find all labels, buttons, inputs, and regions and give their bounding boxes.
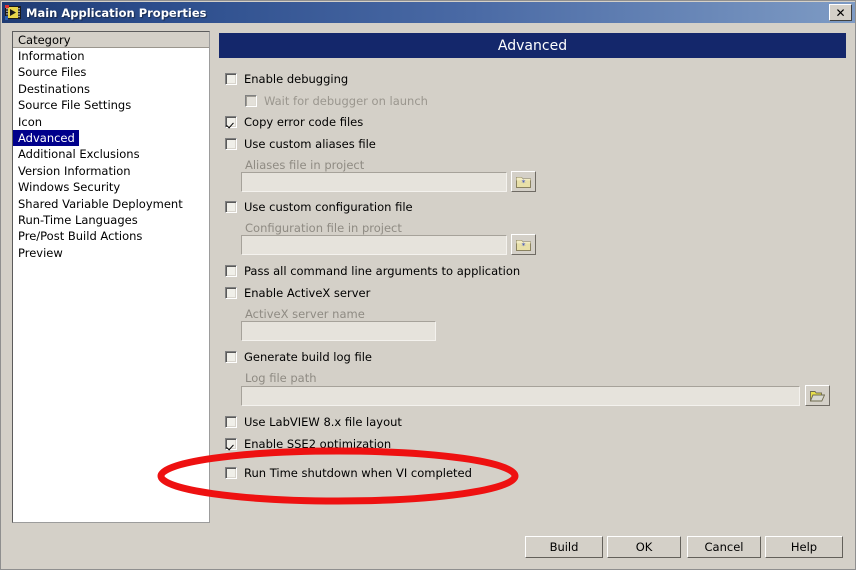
wait-for-debugger-row: Wait for debugger on launch <box>245 94 428 108</box>
window-title: Main Application Properties <box>26 5 207 20</box>
sidebar-item-run-time-languages[interactable]: Run-Time Languages <box>13 213 138 227</box>
configuration-file-label: Configuration file in project <box>245 221 402 235</box>
sidebar-item-version-information[interactable]: Version Information <box>13 164 131 178</box>
enable-activex-server-checkbox[interactable] <box>225 287 237 299</box>
sidebar-item-pre-post-build-actions[interactable]: Pre/Post Build Actions <box>13 229 142 243</box>
category-header: Category <box>13 32 209 48</box>
activex-server-name-input[interactable] <box>241 321 436 341</box>
use-labview-8x-file-layout-checkbox[interactable] <box>225 416 237 428</box>
enable-activex-server-row[interactable]: Enable ActiveX server <box>225 286 370 300</box>
sidebar-item-preview[interactable]: Preview <box>13 246 63 260</box>
sidebar-item-advanced[interactable]: Advanced <box>13 129 79 147</box>
open-folder-icon <box>810 390 825 401</box>
pass-command-line-arguments-row[interactable]: Pass all command line arguments to appli… <box>225 264 520 278</box>
enable-sse2-optimization-label: Enable SSE2 optimization <box>244 437 392 451</box>
sidebar-item-destinations[interactable]: Destinations <box>13 82 90 96</box>
sidebar-item-source-files[interactable]: Source Files <box>13 65 86 79</box>
enable-debugging-row[interactable]: Enable debugging <box>225 72 348 86</box>
run-time-shutdown-checkbox[interactable] <box>225 467 237 479</box>
sidebar-item-information[interactable]: Information <box>13 49 85 63</box>
use-custom-configuration-label: Use custom configuration file <box>244 200 413 214</box>
close-icon: ✕ <box>835 5 846 20</box>
ok-button-label: OK <box>635 540 653 554</box>
enable-debugging-checkbox[interactable] <box>225 73 237 85</box>
svg-text:*: * <box>522 242 526 251</box>
sidebar-item-windows-security[interactable]: Windows Security <box>13 180 120 194</box>
advanced-settings-panel: Enable debugging Wait for debugger on la… <box>219 58 846 518</box>
copy-error-code-files-checkbox[interactable] <box>225 116 237 128</box>
aliases-browse-button[interactable]: * <box>511 171 536 192</box>
use-custom-aliases-row[interactable]: Use custom aliases file <box>225 137 376 151</box>
browse-folder-icon: * <box>516 177 531 188</box>
configuration-browse-button[interactable]: * <box>511 234 536 255</box>
cancel-button[interactable]: Cancel <box>687 536 761 558</box>
generate-build-log-label: Generate build log file <box>244 350 372 364</box>
sidebar-item-source-file-settings[interactable]: Source File Settings <box>13 98 131 112</box>
generate-build-log-row[interactable]: Generate build log file <box>225 350 372 364</box>
enable-activex-server-label: Enable ActiveX server <box>244 286 371 300</box>
cancel-button-label: Cancel <box>704 540 744 554</box>
properties-dialog-window: Main Application Properties ✕ Category I… <box>0 0 856 570</box>
use-labview-8x-file-layout-row[interactable]: Use LabVIEW 8.x file layout <box>225 415 402 429</box>
page-title: Advanced <box>497 37 568 54</box>
log-file-browse-button[interactable] <box>805 385 830 406</box>
use-custom-configuration-checkbox[interactable] <box>225 201 237 213</box>
build-button-label: Build <box>549 540 579 554</box>
category-listbox[interactable]: Category Information Source Files Destin… <box>12 31 210 523</box>
run-time-shutdown-label: Run Time shutdown when VI completed <box>244 466 472 480</box>
labview-vi-icon <box>5 5 21 20</box>
help-button-label: Help <box>790 540 818 554</box>
activex-server-name-label: ActiveX server name <box>245 307 365 321</box>
panel-title-bar: Advanced <box>219 33 846 58</box>
sidebar-item-shared-variable-deployment[interactable]: Shared Variable Deployment <box>13 197 183 211</box>
log-file-path-input[interactable] <box>241 386 800 406</box>
pass-command-line-arguments-label: Pass all command line arguments to appli… <box>244 264 521 278</box>
browse-folder-icon: * <box>516 240 531 251</box>
use-labview-8x-file-layout-label: Use LabVIEW 8.x file layout <box>244 415 402 429</box>
log-file-path-label: Log file path <box>245 371 317 385</box>
title-bar: Main Application Properties ✕ <box>2 2 855 23</box>
aliases-file-label: Aliases file in project <box>245 158 365 172</box>
sidebar-item-additional-exclusions[interactable]: Additional Exclusions <box>13 147 140 161</box>
copy-error-code-files-label: Copy error code files <box>244 115 364 129</box>
use-custom-configuration-row[interactable]: Use custom configuration file <box>225 200 413 214</box>
use-custom-aliases-checkbox[interactable] <box>225 138 237 150</box>
enable-sse2-optimization-row[interactable]: Enable SSE2 optimization <box>225 437 391 451</box>
pass-command-line-arguments-checkbox[interactable] <box>225 265 237 277</box>
sidebar-item-icon[interactable]: Icon <box>13 115 42 129</box>
use-custom-aliases-label: Use custom aliases file <box>244 137 376 151</box>
wait-for-debugger-label: Wait for debugger on launch <box>264 94 428 108</box>
enable-sse2-optimization-checkbox[interactable] <box>225 438 237 450</box>
wait-for-debugger-checkbox <box>245 95 257 107</box>
enable-debugging-label: Enable debugging <box>244 72 349 86</box>
aliases-file-input[interactable] <box>241 172 507 192</box>
ok-button[interactable]: OK <box>607 536 681 558</box>
generate-build-log-checkbox[interactable] <box>225 351 237 363</box>
configuration-file-input[interactable] <box>241 235 507 255</box>
help-button[interactable]: Help <box>765 536 843 558</box>
close-button[interactable]: ✕ <box>829 4 852 21</box>
run-time-shutdown-row[interactable]: Run Time shutdown when VI completed <box>225 466 472 480</box>
svg-text:*: * <box>522 179 526 188</box>
build-button[interactable]: Build <box>525 536 603 558</box>
copy-error-code-files-row[interactable]: Copy error code files <box>225 115 363 129</box>
